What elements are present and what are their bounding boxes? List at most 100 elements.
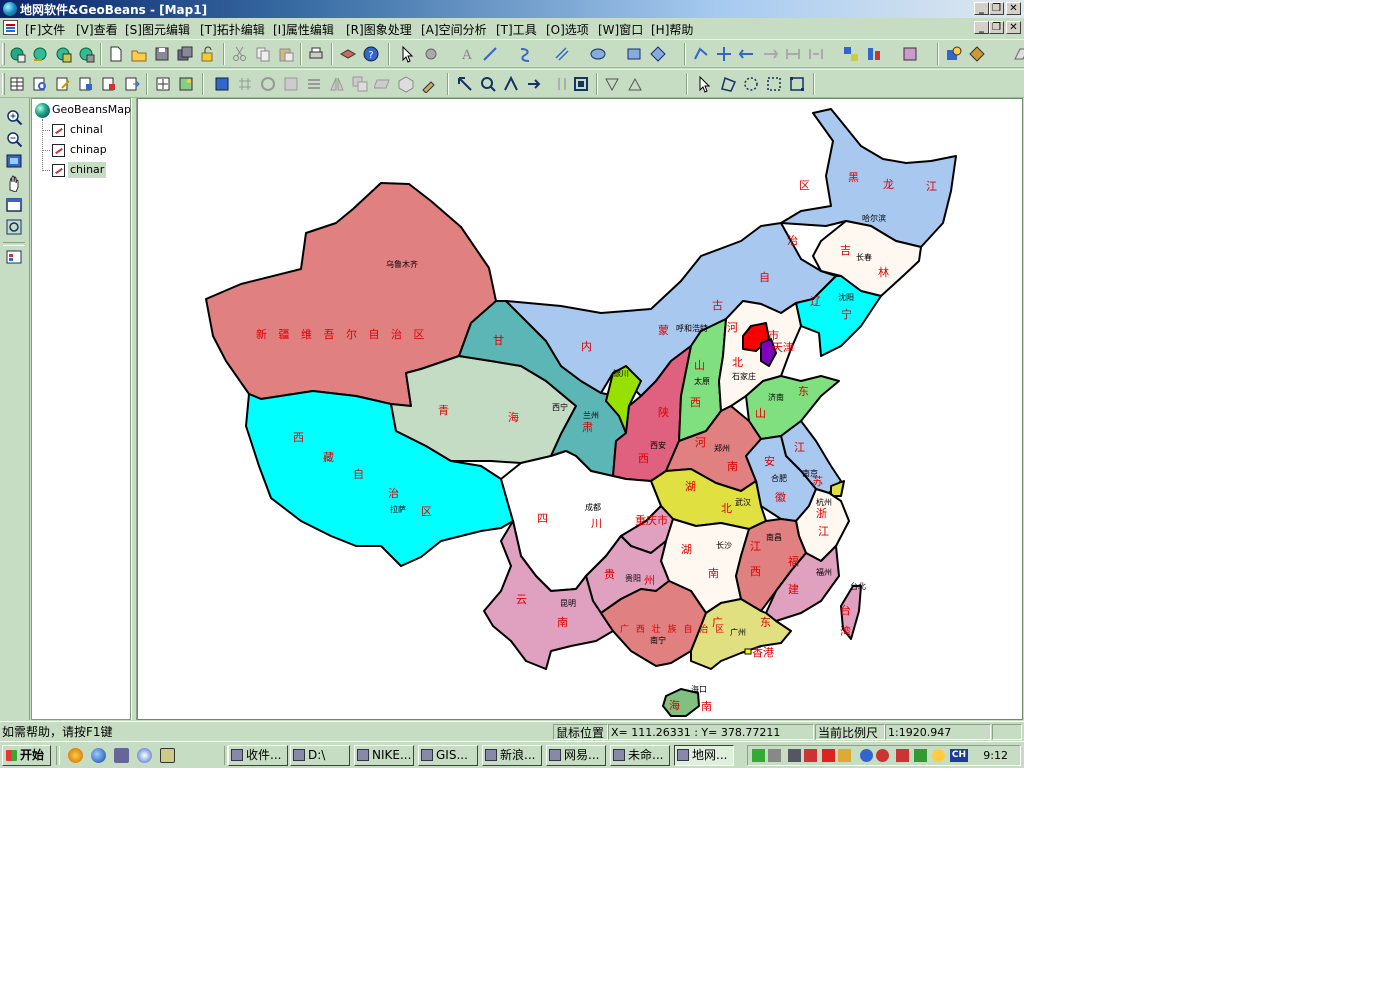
tree-layer-chinar[interactable]: chinar [68,162,107,178]
paste-icon[interactable] [277,45,295,63]
select-arrow-icon[interactable] [399,45,417,63]
merge-icon[interactable] [784,45,802,63]
zoom-extent-icon[interactable] [154,75,172,93]
task-drive-d[interactable]: D:\ [290,745,350,766]
brush-icon[interactable] [420,75,438,93]
media-player-icon[interactable] [68,748,83,763]
language-indicator[interactable]: CH [950,749,968,762]
task-geobeans[interactable]: 地网... [674,745,734,766]
rotate-icon[interactable] [259,75,277,93]
rectangle-tool-icon[interactable] [625,45,643,63]
help-icon[interactable]: ? [362,45,380,63]
doc-restore-button[interactable]: ❐ [989,21,1004,34]
mosaic-icon[interactable] [374,75,392,93]
symbol-icon[interactable] [901,45,919,63]
split-icon[interactable] [738,45,756,63]
text-tool-icon[interactable]: A [458,45,476,63]
3d-view-icon[interactable] [397,75,415,93]
menu-topology-edit[interactable]: [T]拓扑编辑 [200,21,265,38]
menu-file[interactable]: [F]文件 [25,21,65,38]
show-desktop-icon[interactable] [114,748,129,763]
tree-layer-chinap[interactable]: chinap [70,142,107,158]
menu-options[interactable]: [O]选项 [546,21,589,38]
shield-icon[interactable] [860,749,873,762]
tree-root-geobeansmap[interactable]: GeoBeansMap [52,102,131,118]
open-folder-icon[interactable] [130,45,148,63]
network-icon[interactable] [752,749,765,762]
ellipse-tool-icon[interactable] [589,45,607,63]
menu-attribute-edit[interactable]: [I]属性编辑 [273,21,334,38]
toolbar-grip[interactable] [2,43,5,65]
topology-build-icon[interactable] [456,75,474,93]
find-record-icon[interactable] [31,75,49,93]
triangle-up-icon[interactable] [626,75,644,93]
task-sina[interactable]: 新浪... [482,745,542,766]
group-icon[interactable] [842,45,860,63]
curve-tool-icon[interactable] [517,45,535,63]
line-tool-icon[interactable] [481,45,499,63]
restore-button[interactable]: ❐ [989,2,1004,15]
point-tool-icon[interactable] [422,45,440,63]
display-icon[interactable] [788,749,801,762]
window-view-icon[interactable] [5,196,23,214]
select-polygon-icon[interactable] [719,75,737,93]
filter-icon[interactable] [305,75,323,93]
menu-image-processing[interactable]: [R]图象处理 [346,21,412,38]
task-inbox[interactable]: 收件... [228,745,288,766]
menu-element-edit[interactable]: [S]图元编辑 [125,21,190,38]
tree-layer-chinal[interactable]: chinal [70,122,103,138]
menu-tools[interactable]: [T]工具 [496,21,537,38]
break-icon[interactable] [807,45,825,63]
blocked-icon[interactable] [876,749,889,762]
map-canvas[interactable]: 新 疆 维 吾 尔 自 治 区 西 藏 自 治 区 青 海 甘 肃 内 蒙 古 … [137,98,1023,720]
antivirus-icon[interactable] [804,749,817,762]
pan-hand-icon[interactable] [5,174,23,192]
new-map-icon[interactable] [31,45,49,63]
layers-icon[interactable] [339,45,357,63]
record-export-icon[interactable] [123,75,141,93]
select-rect-icon[interactable] [765,75,783,93]
select-feature-icon[interactable] [696,75,714,93]
open-map-icon[interactable] [8,45,26,63]
task-gis[interactable]: GIS... [418,745,478,766]
toolbar-grip[interactable] [2,73,5,95]
power-icon[interactable] [838,749,851,762]
cut-icon[interactable] [231,45,249,63]
record-add-icon[interactable] [100,75,118,93]
start-button[interactable]: 开始 [2,745,51,766]
notepad-icon[interactable] [160,748,175,763]
move-node-icon[interactable] [715,45,733,63]
save-disk-icon[interactable] [153,45,171,63]
query-icon[interactable] [945,45,963,63]
china-map-svg[interactable] [138,99,1023,720]
print-icon[interactable] [307,45,325,63]
zoom-out-icon[interactable] [5,130,23,148]
edit-record-icon[interactable] [54,75,72,93]
more-tools-icon[interactable] [1012,45,1024,63]
doc-minimize-button[interactable]: _ [974,21,989,34]
raster-crop-icon[interactable] [236,75,254,93]
align-icon[interactable] [865,45,883,63]
join-icon[interactable] [761,45,779,63]
new-file-icon[interactable] [107,45,125,63]
table-icon[interactable] [8,75,26,93]
refresh-icon[interactable] [5,218,23,236]
menu-view[interactable]: [V]查看 [76,21,118,38]
polygon-tool-icon[interactable] [649,45,667,63]
full-extent-icon[interactable] [5,152,23,170]
info-icon[interactable] [137,748,152,763]
select-circle-icon[interactable] [742,75,760,93]
buffer-icon[interactable] [968,45,986,63]
task-netease[interactable]: 网易... [546,745,606,766]
raster-grid-icon[interactable] [213,75,231,93]
task-nike[interactable]: NIKE... [354,745,414,766]
image-adjust-icon[interactable] [177,75,195,93]
internet-explorer-icon[interactable] [91,748,106,763]
overlay-icon[interactable] [351,75,369,93]
task-untitled[interactable]: 未命... [610,745,670,766]
topology-snap-icon[interactable] [525,75,543,93]
save-all-icon[interactable] [176,45,194,63]
topology-node-icon[interactable] [553,75,571,93]
messenger-icon[interactable] [914,749,927,762]
topology-polygon-icon[interactable] [572,75,590,93]
